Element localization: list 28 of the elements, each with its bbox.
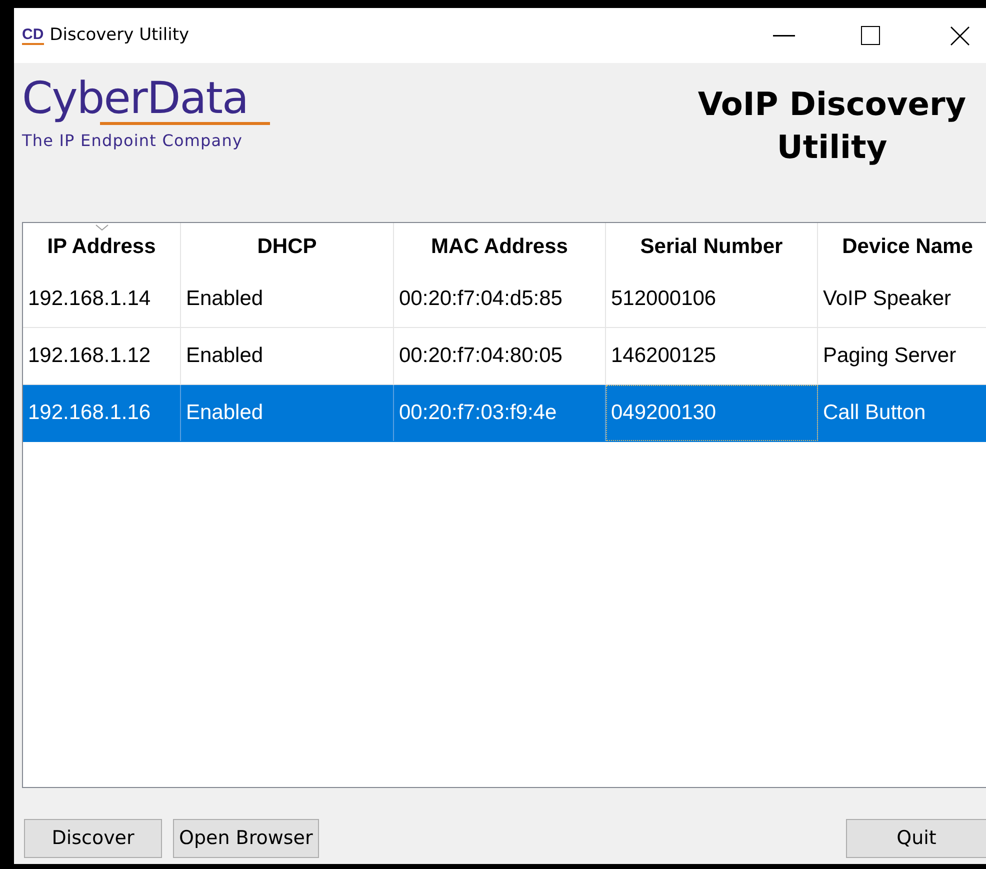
- table-cell: 00:20:f7:03:f9:4e: [394, 385, 606, 441]
- table-cell: 00:20:f7:04:d5:85: [394, 271, 606, 327]
- table-cell: 192.168.1.14: [23, 271, 181, 327]
- table-cell: Call Button: [818, 385, 986, 441]
- quit-button[interactable]: Quit: [846, 819, 986, 858]
- maximize-icon[interactable]: [861, 26, 880, 45]
- table-cell: 049200130: [606, 385, 818, 441]
- window-title: Discovery Utility: [50, 24, 190, 47]
- app-heading: VoIP Discovery Utility: [696, 84, 968, 168]
- minimize-icon[interactable]: [773, 34, 795, 36]
- table-cell: 00:20:f7:04:80:05: [394, 328, 606, 384]
- logo-tagline: The IP Endpoint Company: [22, 130, 244, 152]
- table-cell: 192.168.1.16: [23, 385, 181, 441]
- action-button[interactable]: Open Browser: [173, 819, 319, 858]
- table-row[interactable]: 192.168.1.16 Enabled 00:20:f7:03:f9:4e 049200130 Call Button: [23, 385, 986, 442]
- close-icon[interactable]: [950, 26, 970, 46]
- table-row[interactable]: 192.168.1.14 Enabled 00:20:f7:04:d5:85 512000106 VoIP Speaker: [23, 271, 986, 328]
- table-cell: Enabled: [181, 271, 394, 327]
- table-cell: 192.168.1.12: [23, 328, 181, 384]
- table-cell: Enabled: [181, 328, 394, 384]
- action-button[interactable]: Discover: [24, 819, 162, 858]
- table-row[interactable]: 192.168.1.12 Enabled 00:20:f7:04:80:05 146200125 Paging Server: [23, 328, 986, 385]
- table-cell: Enabled: [181, 385, 394, 441]
- logo-wordmark: CyberData: [22, 77, 249, 121]
- table-cell: Paging Server: [818, 328, 986, 384]
- table-cell: 512000106: [606, 271, 818, 327]
- table-cell: VoIP Speaker: [818, 271, 986, 327]
- table-cell: 146200125: [606, 328, 818, 384]
